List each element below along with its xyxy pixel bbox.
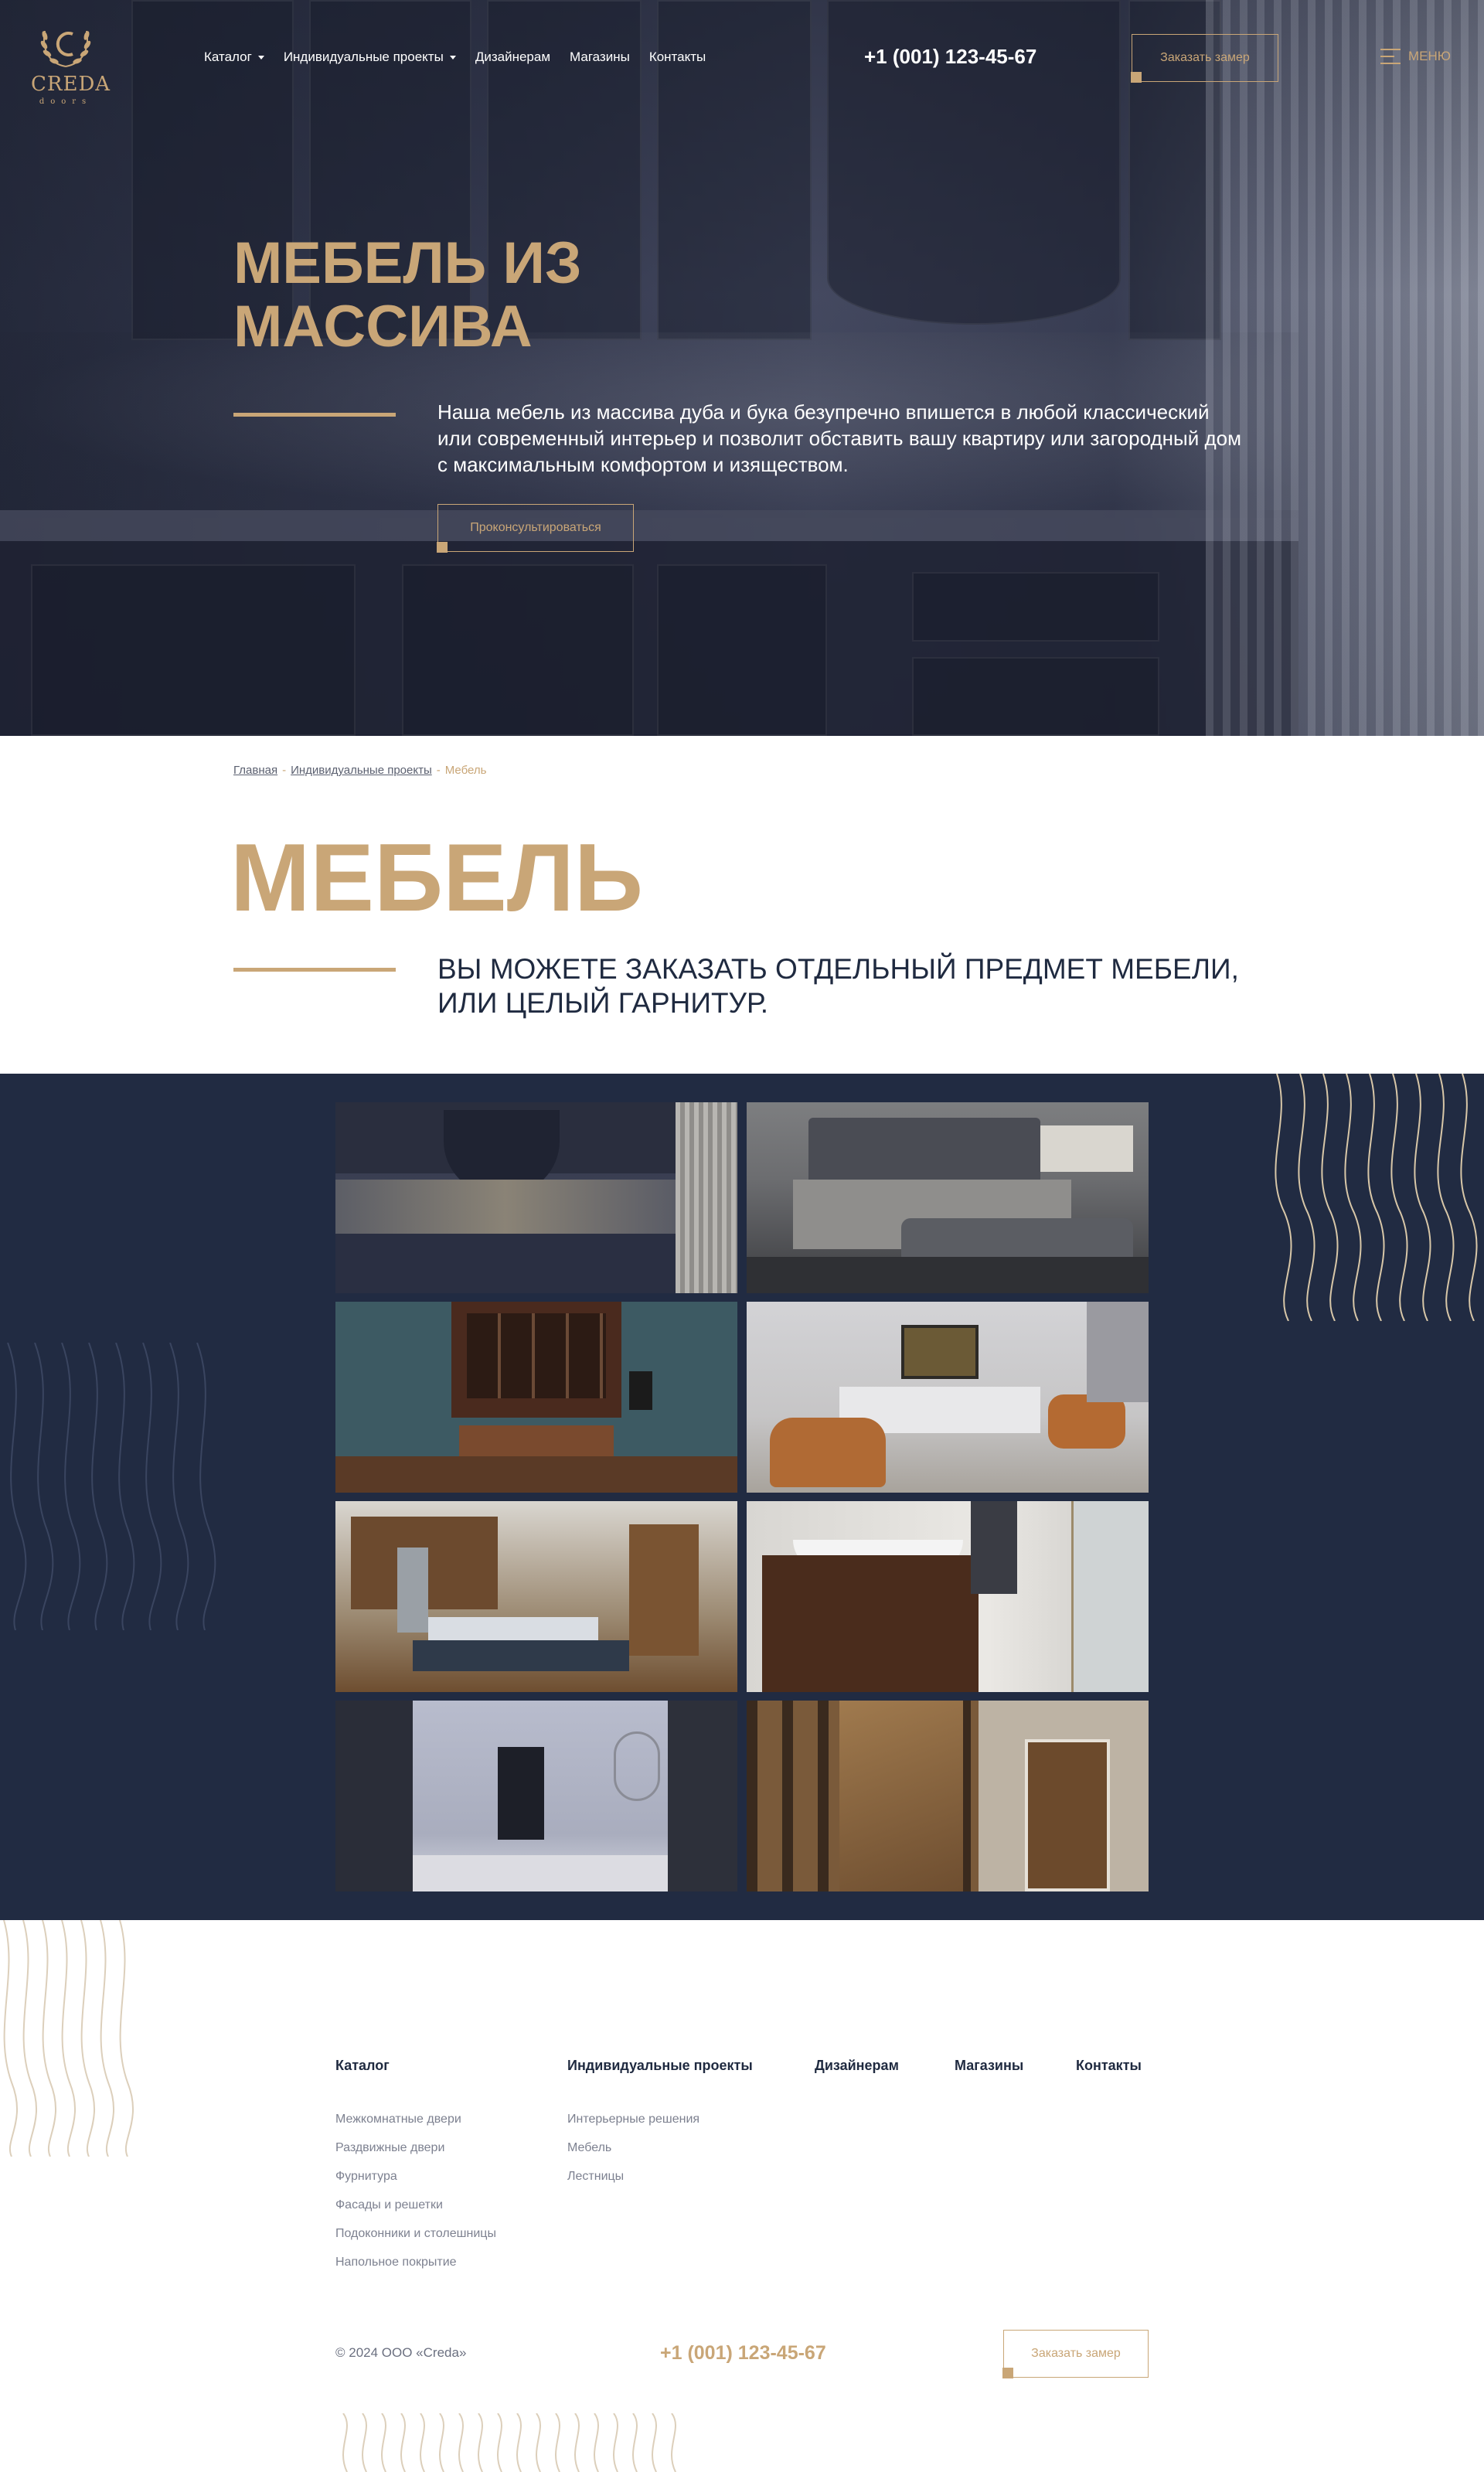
logo[interactable]: CREDA doors	[31, 17, 111, 106]
footer-heading-contacts[interactable]: Контакты	[1076, 2058, 1142, 2074]
button-label: Проконсультироваться	[470, 521, 601, 534]
photo-gallery	[335, 1102, 1149, 1891]
breadcrumb-link-home[interactable]: Главная	[233, 764, 277, 777]
corner-accent	[1002, 2368, 1013, 2378]
order-measurement-button[interactable]: Заказать замер	[1131, 34, 1278, 83]
breadcrumb-current: Мебель	[444, 764, 487, 777]
laurel-wreath-icon	[40, 30, 91, 67]
footer-phone[interactable]: +1 (001) 123-45-67	[660, 2342, 826, 2365]
breadcrumb-separator: -	[282, 764, 287, 777]
intro-subtitle: ВЫ МОЖЕТЕ ЗАКАЗАТЬ ОТДЕЛЬНЫЙ ПРЕДМЕТ МЕБ…	[437, 953, 1239, 1019]
consult-button[interactable]: Проконсультироваться	[437, 504, 634, 553]
corner-accent	[437, 542, 448, 553]
footer-link[interactable]: Мебель	[567, 2140, 699, 2169]
kitchen-dining-photo[interactable]	[335, 1501, 737, 1692]
hamburger-icon	[1380, 48, 1401, 65]
nav-label: Индивидуальные проекты	[283, 49, 444, 64]
chevron-down-icon	[257, 55, 264, 60]
footer-list-catalog: Межкомнатные двери Раздвижные двери Фурн…	[335, 2112, 496, 2283]
footer-link[interactable]: Напольное покрытие	[335, 2255, 496, 2283]
hallway-photo[interactable]	[335, 1701, 737, 1891]
wave-pattern-decoration	[1275, 1074, 1478, 1321]
breadcrumb-link-projects[interactable]: Индивидуальные проекты	[291, 764, 432, 777]
nav-item-designers[interactable]: Дизайнерам	[475, 49, 550, 65]
main-nav: Каталог Индивидуальные проекты Дизайнера…	[204, 49, 706, 65]
breadcrumb: Главная - Индивидуальные проекты - Мебел…	[233, 764, 486, 777]
footer-link[interactable]: Фурнитура	[335, 2169, 496, 2198]
footer-heading-catalog[interactable]: Каталог	[335, 2058, 390, 2074]
button-label: Заказать замер	[1031, 2347, 1121, 2360]
nav-item-contacts[interactable]: Контакты	[649, 49, 706, 65]
wood-panels-door-photo[interactable]	[747, 1701, 1149, 1891]
menu-button[interactable]: МЕНЮ	[1380, 48, 1451, 65]
bedroom-photo[interactable]	[747, 1102, 1149, 1293]
nav-label: Контакты	[648, 49, 706, 64]
footer-link[interactable]: Интерьерные решения	[567, 2112, 699, 2140]
footer-heading-projects[interactable]: Индивидуальные проекты	[567, 2058, 753, 2074]
footer-link[interactable]: Межкомнатные двери	[335, 2112, 496, 2140]
kitchen-dark-photo[interactable]	[335, 1102, 737, 1293]
breadcrumb-separator: -	[436, 764, 441, 777]
copyright: © 2024 ООО «Creda»	[335, 2345, 467, 2360]
button-label: Заказать замер	[1160, 51, 1250, 64]
divider-line	[233, 968, 396, 972]
wave-pattern-decoration	[342, 2413, 676, 2472]
nav-item-stores[interactable]: Магазины	[570, 49, 630, 65]
corner-accent	[1131, 72, 1142, 83]
menu-label: МЕНЮ	[1408, 49, 1451, 63]
living-room-photo[interactable]	[747, 1302, 1149, 1493]
footer-heading-stores[interactable]: Магазины	[955, 2058, 1023, 2074]
hero-description: Наша мебель из массива дуба и бука безуп…	[437, 400, 1241, 476]
nav-label: Магазины	[570, 49, 630, 64]
gallery-section	[0, 1074, 1484, 1920]
cabinet-office-photo[interactable]	[335, 1302, 737, 1493]
wave-pattern-decoration	[7, 1343, 216, 1630]
chevron-down-icon	[449, 55, 456, 60]
hero-background-image	[0, 0, 1484, 736]
nav-label: Каталог	[204, 49, 252, 64]
page-title: МЕБЕЛЬ	[230, 825, 643, 931]
footer-link[interactable]: Подоконники и столешницы	[335, 2226, 496, 2255]
logo-wordmark: CREDA	[31, 73, 111, 96]
footer-heading-designers[interactable]: Дизайнерам	[815, 2058, 899, 2074]
nav-item-catalog[interactable]: Каталог	[204, 49, 264, 65]
footer-link[interactable]: Фасады и решетки	[335, 2198, 496, 2226]
footer-list-projects: Интерьерные решения Мебель Лестницы	[567, 2112, 699, 2198]
header-phone[interactable]: +1 (001) 123-45-67	[864, 45, 1036, 69]
divider-line	[233, 413, 396, 417]
logo-subtitle: doors	[39, 97, 93, 106]
bathroom-vanity-photo[interactable]	[747, 1501, 1149, 1692]
footer-link[interactable]: Раздвижные двери	[335, 2140, 496, 2169]
nav-label: Дизайнерам	[475, 49, 551, 64]
hero-title: МЕБЕЛЬ ИЗ МАССИВА	[233, 230, 582, 359]
wave-pattern-decoration	[3, 1920, 134, 2157]
footer-link[interactable]: Лестницы	[567, 2169, 699, 2198]
footer-order-measurement-button[interactable]: Заказать замер	[1002, 2330, 1149, 2378]
nav-item-individual-projects[interactable]: Индивидуальные проекты	[284, 49, 456, 65]
hero-section: CREDA doors Каталог Индивидуальные проек…	[0, 0, 1484, 736]
